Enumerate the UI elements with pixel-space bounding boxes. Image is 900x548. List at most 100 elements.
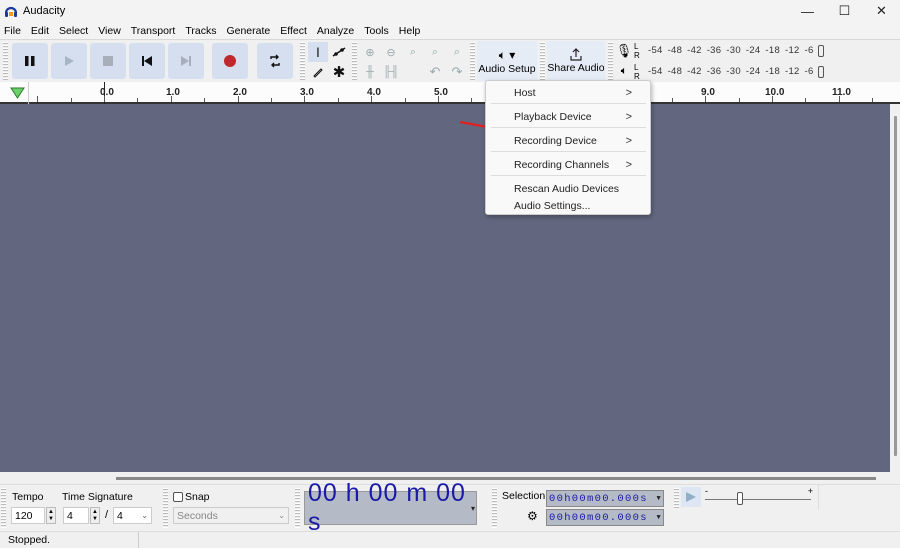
timeline-ruler[interactable]: 0.0 1.0 2.0 3.0 4.0 5.0 9.0 10.0 11.0 xyxy=(0,82,900,104)
fit-project-button[interactable]: ⌕ xyxy=(425,42,445,62)
tempo-input[interactable]: 120 xyxy=(11,507,45,524)
channel-l: L xyxy=(634,41,639,51)
vertical-scrollbar[interactable] xyxy=(890,104,900,472)
selection-end-time[interactable]: 00h00m00.000s ▼ xyxy=(546,509,664,526)
status-bar: Stopped. xyxy=(0,531,900,548)
menu-item-recording-device[interactable]: Recording Device > xyxy=(514,135,642,147)
selection-start-time[interactable]: 00h00m00.000s ▼ xyxy=(546,490,664,507)
zoom-out-icon: ⊖ xyxy=(386,46,396,59)
pause-button[interactable] xyxy=(12,43,48,79)
vertical-scroll-thumb[interactable] xyxy=(894,116,897,456)
toolbar-grip[interactable] xyxy=(352,42,357,80)
toolbar-grip[interactable] xyxy=(295,488,300,528)
ruler-label: 2.0 xyxy=(233,87,247,98)
menu-view[interactable]: View xyxy=(98,25,121,37)
time-signature-spinner[interactable]: ▲ ▼ xyxy=(90,507,100,524)
menu-item-audio-settings[interactable]: Audio Settings... xyxy=(514,200,642,212)
play-button[interactable] xyxy=(51,43,87,79)
gear-icon[interactable]: ⚙ xyxy=(527,509,538,523)
fit-selection-button[interactable]: ⌕ xyxy=(403,42,423,62)
zoom-in-button[interactable]: ⊕ xyxy=(360,42,380,62)
recording-meter[interactable]: 🎙︎ LR -54 -48 -42 -36 -30 -24 -18 -12 -6 xyxy=(614,40,834,61)
envelope-icon xyxy=(332,47,346,57)
time-signature-upper-input[interactable]: 4 xyxy=(63,507,89,524)
menu-effect[interactable]: Effect xyxy=(280,25,307,37)
share-audio-button[interactable]: Share Audio xyxy=(547,41,605,81)
menu-transport[interactable]: Transport xyxy=(131,25,176,37)
menu-select[interactable]: Select xyxy=(59,25,88,37)
menu-item-host[interactable]: Host > xyxy=(514,87,642,99)
play-at-speed-button[interactable] xyxy=(681,487,701,507)
ruler-tick xyxy=(170,96,172,102)
snap-label: Snap xyxy=(185,491,210,503)
draw-tool-button[interactable] xyxy=(308,62,328,82)
menu-item-label: Playback Device xyxy=(514,111,592,123)
record-button[interactable] xyxy=(212,43,248,79)
record-level-slider[interactable] xyxy=(817,44,824,57)
zoom-out-button[interactable]: ⊖ xyxy=(381,42,401,62)
menu-edit[interactable]: Edit xyxy=(31,25,49,37)
dropdown-arrow-icon: ▾ xyxy=(470,503,476,513)
close-button[interactable]: ✕ xyxy=(863,0,900,22)
envelope-tool-button[interactable] xyxy=(329,42,349,62)
playback-speed-slider[interactable]: - + xyxy=(705,486,815,506)
toolbar-grip[interactable] xyxy=(674,488,679,508)
slider-thumb[interactable] xyxy=(737,492,743,505)
toolbar-grip[interactable] xyxy=(1,488,6,528)
selection-tool-button[interactable]: I xyxy=(308,42,328,62)
channel-l: L xyxy=(634,62,639,72)
toolbar-grip[interactable] xyxy=(163,488,168,528)
snap-unit-select[interactable]: Seconds ⌄ xyxy=(173,507,289,524)
menu-item-rescan-audio-devices[interactable]: Rescan Audio Devices xyxy=(514,183,642,195)
menu-item-recording-channels[interactable]: Recording Channels > xyxy=(514,159,642,171)
playback-level-slider[interactable] xyxy=(817,65,824,78)
trim-button[interactable]: ╫ xyxy=(360,62,380,82)
status-divider xyxy=(138,532,139,548)
undo-button[interactable]: ↶ xyxy=(425,62,445,82)
time-signature-lower-select[interactable]: 4 ⌄ xyxy=(113,507,152,524)
playback-meter[interactable]: 🔈︎ LR -54 -48 -42 -36 -30 -24 -18 -12 -6 xyxy=(614,61,834,82)
multi-tool-button[interactable]: ✱ xyxy=(329,62,349,82)
audio-setup-button[interactable]: 🔈︎ ▾ Audio Setup xyxy=(477,41,537,81)
skip-to-end-button[interactable] xyxy=(168,43,204,79)
i-beam-icon: I xyxy=(316,44,320,60)
snap-checkbox[interactable]: Snap xyxy=(173,491,210,503)
horizontal-scroll-thumb[interactable] xyxy=(116,477,876,480)
time-sig-upper-value: 4 xyxy=(67,509,73,522)
menu-file[interactable]: File xyxy=(4,25,21,37)
ruler-tick xyxy=(772,96,773,102)
menu-item-label: Recording Device xyxy=(514,135,597,147)
record-meter-scale: -54 -48 -42 -36 -30 -24 -18 -12 -6 xyxy=(648,45,814,56)
menu-tools[interactable]: Tools xyxy=(364,25,389,37)
loop-button[interactable] xyxy=(257,43,293,79)
tempo-spinner[interactable]: ▲ ▼ xyxy=(46,507,56,524)
toolbar-grip[interactable] xyxy=(540,42,545,80)
toolbar-grip[interactable] xyxy=(608,42,613,80)
toolbar-grip[interactable] xyxy=(300,42,305,80)
toolbar-grip[interactable] xyxy=(3,42,8,80)
stop-button[interactable] xyxy=(90,43,126,79)
checkbox-box[interactable] xyxy=(173,492,183,502)
menu-item-playback-device[interactable]: Playback Device > xyxy=(514,111,642,123)
skip-to-start-button[interactable] xyxy=(129,43,165,79)
zoom-toggle-button[interactable]: ⌕ xyxy=(447,42,467,62)
ruler-tick xyxy=(438,96,439,102)
silence-button[interactable]: ╟╢ xyxy=(381,62,401,82)
maximize-button[interactable]: ☐ xyxy=(826,0,863,22)
menu-generate[interactable]: Generate xyxy=(226,25,270,37)
toolbar-grip[interactable] xyxy=(492,488,497,528)
ruler-label: 5.0 xyxy=(434,87,448,98)
track-area[interactable] xyxy=(0,104,890,472)
minimize-button[interactable]: — xyxy=(789,0,826,22)
play-icon xyxy=(65,56,74,66)
toolbar-grip[interactable] xyxy=(470,42,475,80)
time-display[interactable]: 00 h 00 m 00 s ▾ xyxy=(304,479,477,536)
ruler-label: 10.0 xyxy=(765,87,785,98)
redo-button[interactable]: ↷ xyxy=(447,62,467,82)
menu-help[interactable]: Help xyxy=(399,25,421,37)
menu-analyze[interactable]: Analyze xyxy=(317,25,354,37)
play-head-triangle-icon[interactable] xyxy=(8,86,28,100)
ruler-divider xyxy=(28,82,29,104)
menu-tracks[interactable]: Tracks xyxy=(185,25,216,37)
toolbar-area: I ✱ ⊕ ⊖ ⌕ ⌕ ⌕ ╫ ╟╢ ↶ ↷ 🔈︎ ▾ Audio Setup … xyxy=(0,39,900,82)
